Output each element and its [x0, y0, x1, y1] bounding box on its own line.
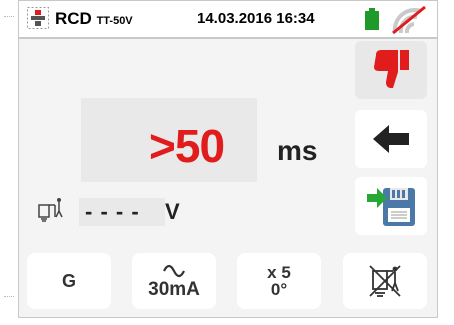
phase-angle-label: 0°: [270, 280, 288, 299]
contact-voltage-unit: V: [165, 199, 180, 224]
status-bar: RCD TT-50V 14.03.2016 16:34: [19, 1, 437, 39]
mode-title: RCD TT-50V: [55, 9, 133, 29]
save-icon: [367, 188, 415, 226]
wireless-disabled-icon: [392, 5, 426, 35]
margin-mark: [4, 16, 14, 18]
mode-system-label: TT-50V: [96, 15, 133, 27]
instrument-screen: RCD TT-50V 14.03.2016 16:34 >50 ms - - -…: [18, 0, 438, 318]
rated-current-label: 30mA: [148, 279, 200, 300]
trip-time-value: >50: [149, 120, 225, 172]
margin-mark: [4, 296, 14, 298]
ground-probe-button[interactable]: [343, 253, 427, 309]
rcd-type-label: G: [61, 270, 76, 291]
ground-probe-disabled-icon: [369, 265, 401, 297]
rated-current-button[interactable]: 30mA: [132, 253, 216, 309]
battery-icon: [365, 8, 379, 30]
mode-label: RCD: [55, 9, 92, 28]
contact-voltage-value: - - - -: [85, 199, 140, 224]
result-verdict: [355, 41, 427, 99]
contact-voltage-icon: [38, 198, 63, 222]
trip-time-unit: ms: [277, 135, 318, 166]
rcd-type-button[interactable]: G: [27, 253, 111, 309]
back-button[interactable]: [355, 110, 427, 168]
back-arrow-icon: [373, 125, 409, 153]
save-button[interactable]: [355, 177, 427, 235]
thumbs-down-icon: [374, 50, 409, 88]
ac-sine-icon: [163, 264, 185, 278]
multiplier-label: x 5: [267, 263, 291, 282]
multiplier-button[interactable]: x 5 0°: [237, 253, 321, 309]
date-time: 14.03.2016 16:34: [197, 10, 315, 27]
rcd-icon: [27, 7, 49, 29]
